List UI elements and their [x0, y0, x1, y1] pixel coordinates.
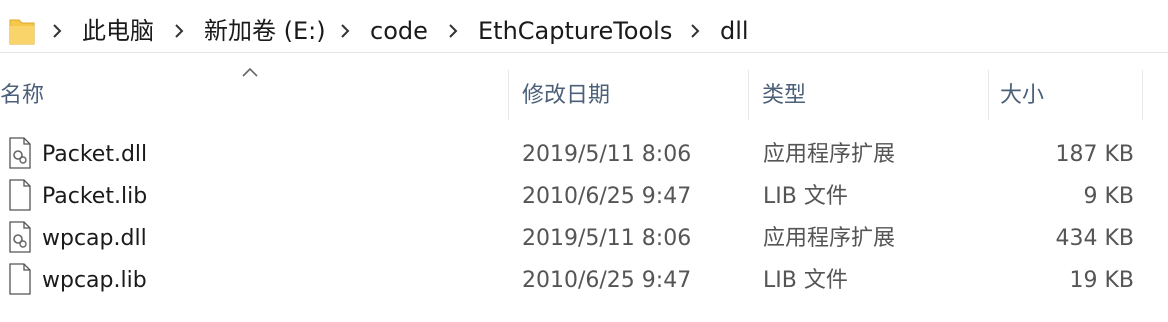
- address-bar[interactable]: 此电脑 新加卷 (E:) code EthCaptureTools dll: [0, 6, 1168, 53]
- chevron-right-icon[interactable]: [338, 21, 352, 41]
- column-divider[interactable]: [988, 70, 989, 120]
- column-divider[interactable]: [748, 70, 749, 120]
- file-row[interactable]: Packet.lib 2010/6/25 9:47 LIB 文件 9 KB: [0, 176, 1168, 218]
- file-name[interactable]: wpcap.lib: [42, 260, 147, 302]
- chevron-right-icon[interactable]: [688, 21, 702, 41]
- file-modified: 2010/6/25 9:47: [522, 268, 692, 293]
- breadcrumb-ethcapturetools[interactable]: EthCaptureTools: [478, 16, 672, 46]
- breadcrumb-code[interactable]: code: [370, 16, 428, 46]
- file-row[interactable]: wpcap.dll 2019/5/11 8:06 应用程序扩展 434 KB: [0, 218, 1168, 260]
- folder-icon: [9, 19, 35, 45]
- file-type: LIB 文件: [763, 184, 848, 209]
- file-size: 9 KB: [1083, 184, 1134, 209]
- file-name[interactable]: Packet.dll: [42, 134, 147, 176]
- chevron-right-icon[interactable]: [446, 21, 460, 41]
- column-header-name[interactable]: 名称: [0, 80, 44, 112]
- column-header-modified[interactable]: 修改日期: [522, 80, 610, 112]
- file-type: 应用程序扩展: [763, 142, 896, 167]
- file-type: 应用程序扩展: [763, 226, 896, 251]
- file-explorer-window: 此电脑 新加卷 (E:) code EthCaptureTools dll 名称…: [0, 0, 1168, 322]
- breadcrumb-drive[interactable]: 新加卷 (E:): [204, 16, 326, 46]
- file-name[interactable]: Packet.lib: [42, 176, 147, 218]
- file-size: 19 KB: [1069, 268, 1134, 293]
- file-modified: 2010/6/25 9:47: [522, 184, 692, 209]
- file-modified: 2019/5/11 8:06: [522, 226, 692, 251]
- generic-file-icon: [9, 179, 31, 211]
- file-row[interactable]: wpcap.lib 2010/6/25 9:47 LIB 文件 19 KB: [0, 260, 1168, 302]
- file-size: 187 KB: [1055, 142, 1134, 167]
- column-header-row: 名称 修改日期 类型 大小: [0, 64, 1168, 120]
- generic-file-icon: [9, 263, 31, 295]
- file-type: LIB 文件: [763, 268, 848, 293]
- dll-file-icon: [9, 137, 31, 169]
- breadcrumb-dll[interactable]: dll: [720, 16, 749, 46]
- column-header-type[interactable]: 类型: [762, 80, 806, 112]
- file-name[interactable]: wpcap.dll: [42, 218, 147, 260]
- file-size: 434 KB: [1055, 226, 1134, 251]
- sort-ascending-icon: [242, 67, 258, 77]
- file-modified: 2019/5/11 8:06: [522, 142, 692, 167]
- chevron-right-icon[interactable]: [172, 21, 186, 41]
- breadcrumb-this-pc[interactable]: 此电脑: [82, 16, 154, 46]
- dll-file-icon: [9, 221, 31, 253]
- column-divider[interactable]: [1142, 70, 1143, 120]
- file-row[interactable]: Packet.dll 2019/5/11 8:06 应用程序扩展 187 KB: [0, 134, 1168, 176]
- column-divider[interactable]: [508, 70, 509, 120]
- column-header-size[interactable]: 大小: [1000, 80, 1044, 112]
- chevron-right-icon[interactable]: [50, 21, 64, 41]
